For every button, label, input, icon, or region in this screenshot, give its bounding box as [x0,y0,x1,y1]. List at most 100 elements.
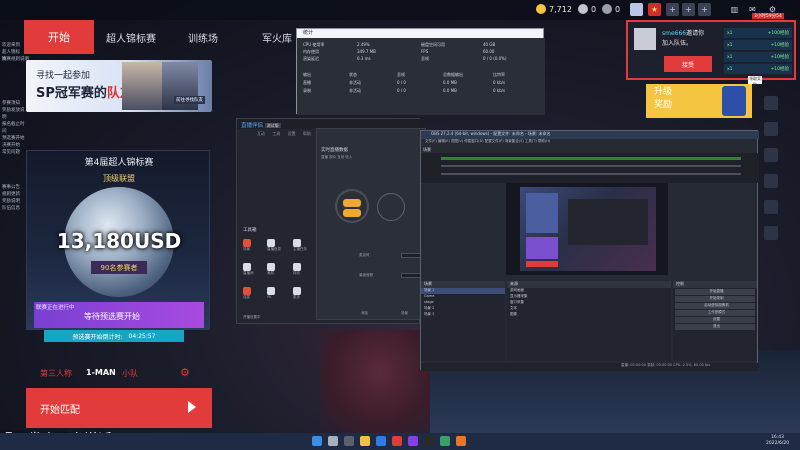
virtual-camera-button[interactable]: 启动虚拟摄像机 [675,303,755,309]
stats-window-title: 统计 [297,29,543,38]
start-recording-button[interactable]: 开始录制 [675,296,755,302]
side-icon-column [764,96,778,252]
stat-cell: 0.0 MB [443,80,457,85]
nav-item[interactable]: 互动 [257,131,265,136]
exit-button[interactable]: 退出 [675,324,755,330]
inviter-name: sme666 [662,30,687,37]
effect-icon [293,263,301,271]
menu-edit[interactable]: 编辑(E) [438,139,450,143]
clock-date: 2022/6/20 [766,441,790,446]
desktop-toggle[interactable] [343,209,361,217]
menu-tools[interactable]: 工具(T) [525,139,537,143]
browser-icon[interactable] [376,436,386,446]
obs-controls-dock: 控制 开始直播 开始录制 启动虚拟摄像机 工作室模式 设置 退出 [673,281,757,361]
nav-item[interactable]: 帮助 [303,131,311,136]
side-icon[interactable] [764,200,778,214]
menu-profile[interactable]: 配置文件(P) [485,139,504,143]
scene-item[interactable]: 场景 3 [421,312,505,318]
clock[interactable]: 16:43 2022/6/20 [766,435,789,447]
nav-item[interactable]: 设置 [288,131,296,136]
tool-info[interactable]: 直播信息 [267,239,281,252]
studio-mode-button[interactable]: 工作室模式 [675,310,755,316]
mic-toggle[interactable] [343,199,361,207]
tool-task[interactable]: 主播任务 [293,239,307,252]
banner-line2-prefix: SP冠军赛的 [36,86,107,101]
file-explorer-icon[interactable] [360,436,370,446]
tool-link[interactable]: 连麦 [243,287,251,300]
add-label[interactable]: 添加 [361,311,368,316]
invite-join-text: 加入队伍。 [662,40,693,47]
obs-window: OBS 27.2.4 (64-bit, windows) - 配置文件: 未命名… [420,130,759,371]
game-app-icon[interactable] [392,436,402,446]
task-view-icon[interactable] [344,436,354,446]
chart-icon[interactable]: ▥ [728,3,741,16]
side-icon[interactable] [764,226,778,240]
participants-count: 90名参赛者 [91,261,147,274]
audio-meter [441,165,741,167]
tab-start[interactable]: 开始 [24,20,94,54]
tool-pk[interactable]: PK [267,287,275,299]
streaming-app-icon[interactable] [408,436,418,446]
team-size[interactable]: 1-MAN [86,368,116,377]
add-friend-icon[interactable]: + [666,3,679,16]
menu-scene-collection[interactable]: 场景集合(S) [505,139,524,143]
find-teammate-banner[interactable]: 寻找一起参加 SP冠军赛的队友! 前往寻找队友 [26,60,212,112]
stat-cell: 2.49% [357,42,370,47]
start-streaming-button[interactable]: 开始直播 [675,289,755,295]
upgrade-reward-panel[interactable]: 升级 奖励 [646,84,752,118]
start-match-button[interactable]: 开始匹配 [26,388,212,428]
team-type[interactable]: 小队 [122,368,138,379]
inviter-avatar [634,28,656,50]
nav-item[interactable]: 工具 [272,131,280,136]
menu-help[interactable]: 帮助(H) [538,139,550,143]
stat-header: 输出 [303,72,311,77]
side-icon[interactable] [764,96,778,110]
settings-button[interactable]: 设置 [675,317,755,323]
avatar[interactable] [630,3,643,16]
start-icon[interactable] [312,436,322,446]
live-data-title: 实时直播数据 [321,148,348,153]
tool-effect[interactable]: 特效 [293,263,301,276]
settings-gear-icon[interactable]: ⚙ [180,366,190,379]
flag-icon[interactable]: ★ [648,3,661,16]
tab-training[interactable]: 训练场 [188,30,218,45]
menu-view[interactable]: 视图(V) [451,139,463,143]
obs-icon[interactable] [424,436,434,446]
tab-tournament[interactable]: 超人锦标赛 [106,30,156,45]
tool-scene[interactable]: 场景 [243,239,251,252]
tool-more[interactable]: 更多 [293,287,301,300]
info-line: 决赛开始 [2,143,20,148]
obs-preview-canvas[interactable] [506,183,668,275]
perspective-mode[interactable]: 第三人称 [40,368,72,379]
stat-cell: 内存使用 [303,49,319,54]
app-icon[interactable] [456,436,466,446]
preview-windows [568,199,648,245]
add-slot-icon[interactable]: + [682,3,695,16]
scene-label[interactable]: 场景 [401,311,408,316]
chat-app-icon[interactable] [440,436,450,446]
gem-value: 0 [615,4,621,14]
chip-label: x1 [727,42,733,48]
search-icon[interactable] [328,436,338,446]
side-icon[interactable] [764,148,778,162]
menu-file[interactable]: 文件(F) [425,139,437,143]
add-member-icon[interactable]: + [698,3,711,16]
sources-dock-title: 来源 [507,281,671,288]
tab-arsenal[interactable]: 军火库 [262,30,292,45]
side-icon[interactable] [764,174,778,188]
stat-cell: 丢帧 [421,56,429,61]
stat-cell: 0.3 ms [357,56,371,61]
live-tab[interactable]: 观众 [329,155,336,159]
source-item[interactable]: 图像 [507,312,671,318]
tool-room[interactable]: 直播间 [243,263,254,276]
live-tab[interactable]: 直播 [321,155,328,159]
menu-docks[interactable]: 停靠窗口(D) [464,139,483,143]
tab-start-label: 开始 [48,31,70,44]
live-tab[interactable]: 收入 [345,155,352,159]
stat-header: 丢帧 [397,72,405,77]
live-tab[interactable]: 互动 [337,155,344,159]
mic-label: 麦克风 [359,253,370,257]
side-icon[interactable] [764,122,778,136]
tool-beauty[interactable]: 美颜 [267,263,275,276]
accept-invite-button[interactable]: 接受 [664,56,712,72]
